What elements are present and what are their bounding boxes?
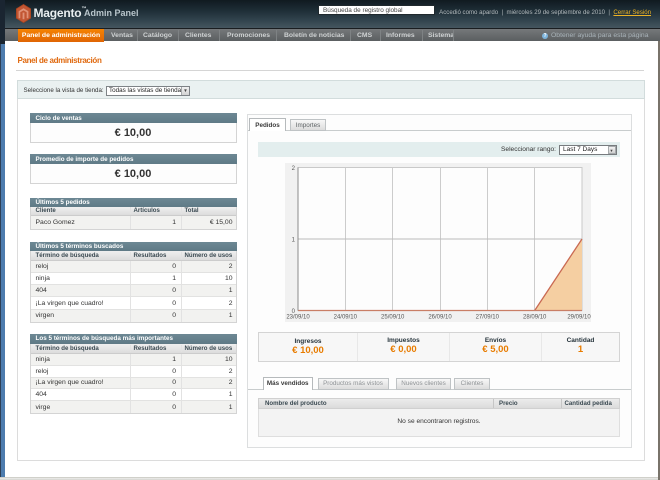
svg-text:29/09/10: 29/09/10 <box>567 315 591 321</box>
svg-text:2: 2 <box>292 166 296 172</box>
svg-text:27/09/10: 27/09/10 <box>476 315 500 321</box>
svg-text:1: 1 <box>292 238 296 244</box>
svg-text:23/09/10: 23/09/10 <box>286 315 310 321</box>
svg-text:25/09/10: 25/09/10 <box>381 315 405 321</box>
svg-text:26/09/10: 26/09/10 <box>428 315 452 321</box>
svg-text:24/09/10: 24/09/10 <box>334 315 358 321</box>
svg-text:28/09/10: 28/09/10 <box>523 315 547 321</box>
